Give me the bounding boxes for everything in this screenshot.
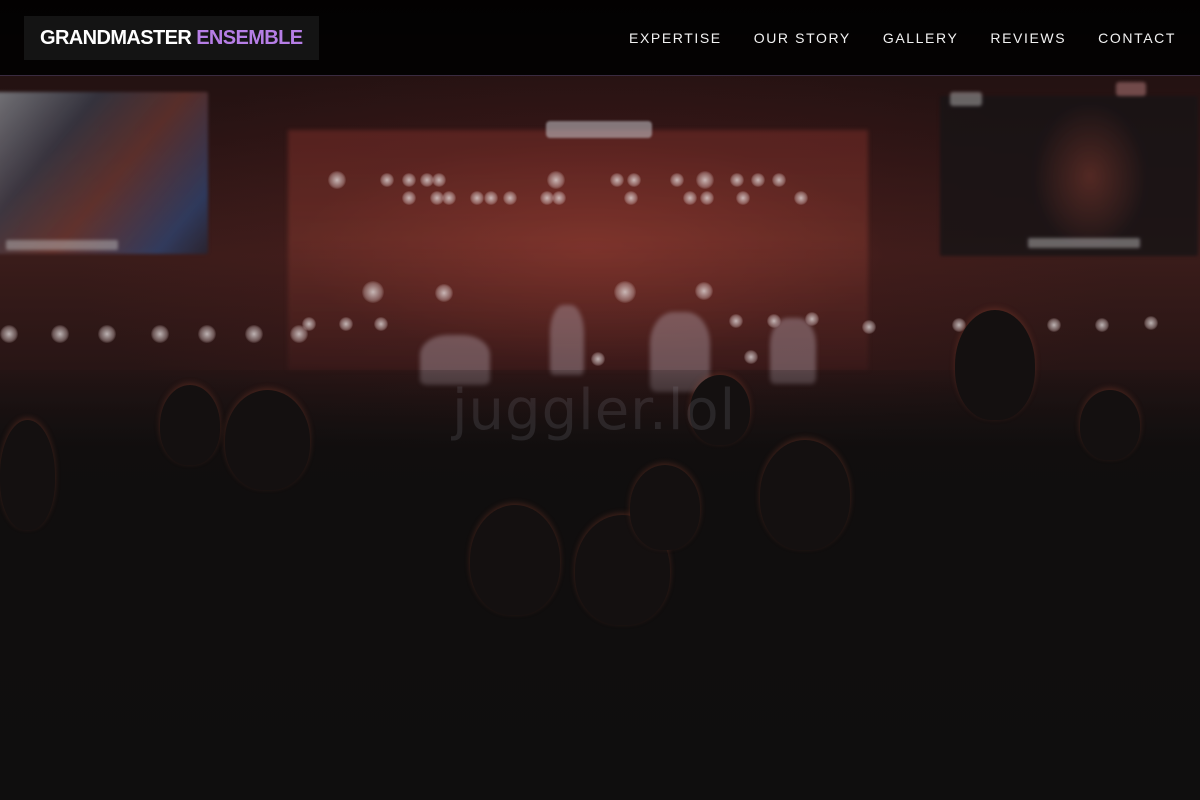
stage-light [198, 325, 216, 343]
screen-tag [950, 92, 982, 106]
nav-link-reviews[interactable]: REVIEWS [990, 30, 1066, 46]
main-nav: EXPERTISE OUR STORY GALLERY REVIEWS CONT… [597, 0, 1176, 76]
screen-caption [6, 240, 118, 250]
nav-link-expertise[interactable]: EXPERTISE [629, 30, 722, 46]
stage-light [591, 352, 605, 366]
stage-light [794, 191, 808, 205]
stage-light [552, 191, 566, 205]
stage-light [402, 191, 416, 205]
stage-light [151, 325, 169, 343]
hero-background: juggler.lol [0, 0, 1200, 800]
stage-light [729, 314, 743, 328]
stage-light [700, 191, 714, 205]
stage-light [1095, 318, 1109, 332]
audience-member [225, 390, 310, 490]
nav-link-gallery[interactable]: GALLERY [883, 30, 959, 46]
stage-light [362, 281, 384, 303]
stage-light [610, 173, 624, 187]
brand-name-primary: GRANDMASTER [40, 26, 192, 49]
stage-light [627, 173, 641, 187]
left-video-screen [0, 92, 208, 254]
stage-light [862, 320, 876, 334]
stage-light [380, 173, 394, 187]
stage-light [339, 317, 353, 331]
stage-light [614, 281, 636, 303]
stage-light [1144, 316, 1158, 330]
brand-logo[interactable]: GRANDMASTER ENSEMBLE [24, 16, 319, 60]
nav-link-our-story[interactable]: OUR STORY [754, 30, 851, 46]
stage-light [751, 173, 765, 187]
audience-member [470, 505, 560, 615]
stage-light [503, 191, 517, 205]
stage-light [670, 173, 684, 187]
stage-light [547, 171, 565, 189]
stage-light [696, 171, 714, 189]
stage-light [402, 173, 416, 187]
stage-light [744, 350, 758, 364]
stage-light [302, 317, 316, 331]
stage-sign [546, 121, 652, 138]
screen-caption [1028, 238, 1140, 248]
stage-light [683, 191, 697, 205]
audience-member [160, 385, 220, 465]
audience-member [630, 465, 700, 550]
stage-light [0, 325, 18, 343]
audience-member [0, 420, 55, 530]
nav-link-contact[interactable]: CONTACT [1098, 30, 1176, 46]
performer [550, 305, 584, 375]
stage-light [730, 173, 744, 187]
stage-light [624, 191, 638, 205]
stage-light [435, 284, 453, 302]
stage-light [772, 173, 786, 187]
brand-name-accent: ENSEMBLE [196, 26, 303, 49]
watermark-text: juggler.lol [452, 378, 737, 443]
stage-light [736, 191, 750, 205]
screen-tag [1116, 82, 1146, 96]
right-video-screen [940, 82, 1198, 256]
stage-light [432, 173, 446, 187]
stage-light [328, 171, 346, 189]
audience-member [760, 440, 850, 550]
stage-light [245, 325, 263, 343]
stage-light [442, 191, 456, 205]
audience-member [1080, 390, 1140, 460]
stage-light [484, 191, 498, 205]
stage-light [374, 317, 388, 331]
stage-light [51, 325, 69, 343]
stage-light [695, 282, 713, 300]
site-header: GRANDMASTER ENSEMBLE EXPERTISE OUR STORY… [0, 0, 1200, 76]
stage-light [98, 325, 116, 343]
stage-light [470, 191, 484, 205]
stage-light [1047, 318, 1061, 332]
audience-member [955, 310, 1035, 420]
